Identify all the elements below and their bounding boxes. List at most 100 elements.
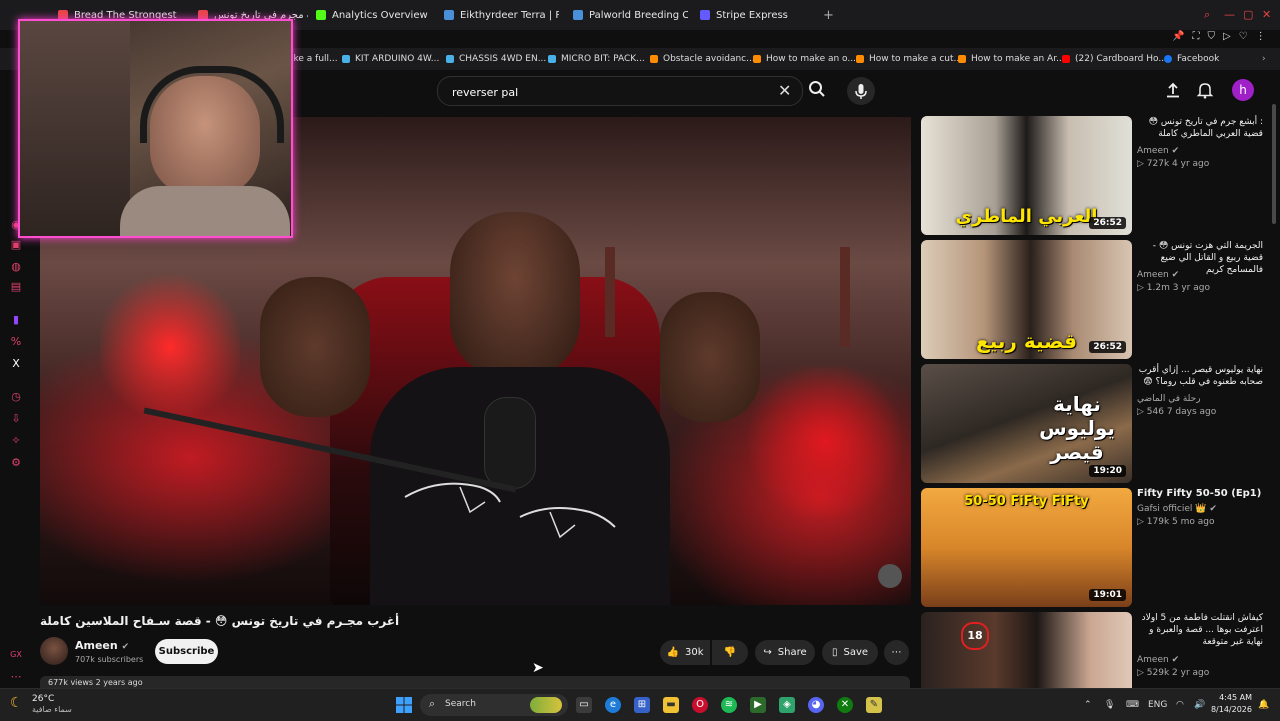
bookmark-item[interactable]: How to make an o...: [753, 52, 856, 66]
play-icon[interactable]: ▷: [1223, 31, 1231, 45]
language-indicator[interactable]: ENG: [1148, 700, 1167, 710]
file-explorer-icon[interactable]: ▬: [663, 697, 679, 713]
download-icon[interactable]: ⇩: [9, 412, 23, 426]
channel-name-row[interactable]: Ameen ✔: [75, 639, 129, 652]
volume-icon[interactable]: 🔊: [1194, 700, 1205, 710]
pin-icon[interactable]: 📌: [1172, 31, 1184, 45]
recommended-video[interactable]: العربي الماطري 26:52 : أبشع جرم في تاريخ…: [921, 116, 1271, 236]
video-thumbnail[interactable]: قضية ربيع 26:52: [921, 240, 1132, 359]
notification-center-icon[interactable]: 🔔: [1258, 700, 1269, 710]
shield-icon[interactable]: ⛉: [1207, 31, 1215, 45]
minimize-icon[interactable]: —: [1224, 8, 1235, 21]
clear-search-icon[interactable]: ✕: [778, 81, 791, 100]
microphone-icon[interactable]: 🎙: [1104, 700, 1115, 710]
recommended-video[interactable]: قضية ربيع 26:52 الجريمة التي هزت تونس 😳 …: [921, 240, 1271, 360]
channel-avatar[interactable]: [40, 637, 68, 665]
description-box[interactable]: 677k views 2 years ago: [40, 676, 910, 688]
more-actions-button[interactable]: ⋯: [884, 640, 909, 665]
history-icon[interactable]: ◷: [9, 390, 23, 404]
candle-holder: [605, 247, 615, 337]
close-window-icon[interactable]: ✕: [1262, 8, 1271, 21]
video-title[interactable]: Fifty Fifty 50-50 (Ep1): [1137, 488, 1263, 500]
bookmark-item[interactable]: Facebook: [1164, 52, 1219, 66]
save-button[interactable]: ▯ Save: [822, 640, 878, 665]
video-title[interactable]: نهاية يوليوس قيصر ... إزاي أقرب صحابه طع…: [1137, 364, 1263, 388]
settings-gear-icon[interactable]: ⚙: [9, 456, 23, 470]
xbox-icon[interactable]: ✕: [837, 697, 853, 713]
bookmark-item[interactable]: CHASSIS 4WD EN...: [446, 52, 546, 66]
avatar[interactable]: h: [1232, 79, 1254, 101]
tab-eikthyrdeer[interactable]: Eikthyrdeer Terra | Palworld: [444, 5, 559, 25]
search-icon[interactable]: [808, 80, 826, 98]
voice-search-button[interactable]: [847, 77, 875, 105]
clock-time[interactable]: 4:45 AM: [1214, 693, 1252, 702]
clock-date[interactable]: 8/14/2026: [1210, 705, 1252, 714]
bookmark-item[interactable]: How to make a cut...: [856, 52, 962, 66]
search-box[interactable]: [437, 76, 803, 106]
maximize-icon[interactable]: ▢: [1243, 8, 1253, 21]
weather-temp[interactable]: 26°C: [32, 694, 54, 704]
more-horizontal-icon[interactable]: ⋯: [9, 670, 23, 684]
upload-icon[interactable]: [1164, 81, 1182, 99]
taskbar: ☾ 26°C سماء صافية ⌕ Search ▭ e ⊞ ▬ O ≋ ▶…: [0, 688, 1280, 721]
recommended-video[interactable]: 50-50 FiFty FiFty 19:01 Fifty Fifty 50-5…: [921, 488, 1271, 608]
notepad-icon[interactable]: ✎: [866, 697, 882, 713]
spotify-icon[interactable]: ≋: [721, 697, 737, 713]
keyboard-icon[interactable]: ⌨: [1126, 700, 1139, 710]
x-twitter-icon[interactable]: X: [9, 357, 23, 371]
video-thumbnail[interactable]: العربي الماطري 26:52: [921, 116, 1132, 235]
share-button[interactable]: ↪ Share: [755, 640, 815, 665]
store-icon[interactable]: ⊞: [634, 697, 650, 713]
screenshot-icon[interactable]: ⛶: [1192, 31, 1199, 45]
taskbar-search-box[interactable]: ⌕ Search: [420, 694, 568, 716]
bookmark-favicon-icon: [753, 55, 761, 63]
video-meta: ▷ 1.2m 3 yr ago: [1137, 283, 1210, 293]
bookmark-item[interactable]: How to make an Ar...: [958, 52, 1065, 66]
music-icon[interactable]: %: [9, 335, 23, 349]
gx-icon[interactable]: GX: [9, 648, 23, 662]
new-tab-button[interactable]: +: [823, 5, 837, 25]
bookmark-item[interactable]: (22) Cardboard Ho...: [1062, 52, 1167, 66]
like-button[interactable]: 👍 30k: [660, 640, 710, 665]
opera-gx-icon[interactable]: O: [692, 697, 708, 713]
mail-icon[interactable]: ▤: [9, 280, 23, 294]
gamepad-icon[interactable]: ◈: [779, 697, 795, 713]
video-meta: ▷ 546 7 days ago: [1137, 407, 1217, 417]
wifi-icon[interactable]: ◠: [1176, 700, 1184, 710]
windows-start-icon[interactable]: [396, 697, 412, 713]
media-player-icon[interactable]: ▶: [750, 697, 766, 713]
heart-icon[interactable]: ♡: [1239, 31, 1248, 45]
whatsapp-icon[interactable]: ◍: [9, 260, 23, 274]
video-title[interactable]: كيفاش انقتلت فاطمة من 5 اولاد اعترفت بوه…: [1137, 612, 1263, 648]
instagram-icon[interactable]: ▣: [9, 238, 23, 252]
bookmark-item[interactable]: Obstacle avoidanc...: [650, 52, 755, 66]
bookmark-item[interactable]: KIT ARDUINO 4W...: [342, 52, 439, 66]
recommended-video[interactable]: نهاية يوليوس قيصر 19:20 نهاية يوليوس قيص…: [921, 364, 1271, 484]
verified-check-icon: ✔: [1209, 504, 1217, 514]
tab-stripe-express[interactable]: Stripe Express: [700, 5, 800, 25]
dislike-button[interactable]: 👎: [712, 640, 748, 665]
chevron-up-icon[interactable]: ⌃: [1084, 700, 1092, 710]
bookmark-item[interactable]: ake a full...: [288, 52, 338, 66]
twitch-icon[interactable]: ▮: [9, 313, 23, 327]
search-tabs-icon[interactable]: ⌕: [1204, 8, 1210, 22]
tab-kick-analytics[interactable]: Analytics Overview - Kick: [316, 5, 431, 25]
discord-icon[interactable]: ◕: [808, 697, 824, 713]
search-input[interactable]: [450, 82, 754, 102]
video-thumbnail[interactable]: نهاية يوليوس قيصر 19:20: [921, 364, 1132, 483]
chevron-right-icon[interactable]: ›: [1262, 52, 1266, 66]
video-thumbnail[interactable]: 18: [921, 612, 1132, 688]
recommended-video[interactable]: 18 كيفاش انقتلت فاطمة من 5 اولاد اعترفت …: [921, 612, 1271, 688]
bookmark-item[interactable]: MICRO BIT: PACK...: [548, 52, 645, 66]
channel-watermark[interactable]: [878, 564, 902, 588]
notifications-bell-icon[interactable]: [1196, 81, 1214, 99]
subscribe-button[interactable]: Subscribe: [155, 639, 218, 664]
video-thumbnail[interactable]: 50-50 FiFty FiFty 19:01: [921, 488, 1132, 607]
edge-icon[interactable]: e: [605, 697, 621, 713]
scrollbar-thumb[interactable]: [1272, 104, 1276, 224]
more-vertical-icon[interactable]: ⋮: [1256, 31, 1266, 45]
video-title[interactable]: : أبشع جرم في تاريخ تونس 😳 قضية العربي ا…: [1137, 116, 1263, 140]
task-view-icon[interactable]: ▭: [576, 697, 592, 713]
extensions-icon[interactable]: ✧: [9, 434, 23, 448]
tab-breeding-calculator[interactable]: Palworld Breeding Calculator: [573, 5, 688, 25]
